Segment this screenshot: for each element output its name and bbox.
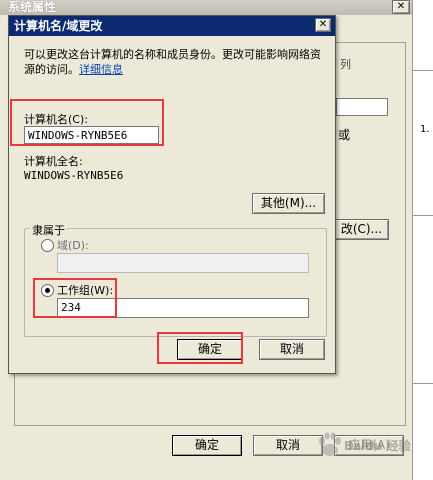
full-name-value: WINDOWS-RYNB5E6 [24, 169, 124, 182]
highlight-workgroup [33, 278, 117, 318]
baidu-watermark: Baidu 经验 [316, 425, 426, 465]
more-button-label: 其他(M)... [260, 196, 317, 210]
parent-side-number: 1. [420, 124, 430, 135]
parent-change-button-label: 改(C)... [340, 222, 382, 236]
highlight-ok-button [157, 332, 243, 364]
parent-title: 系统属性 [8, 0, 57, 14]
highlight-computer-name [10, 99, 164, 146]
dialog-close-button[interactable]: ✕ [315, 18, 331, 32]
more-button[interactable]: 其他(M)... [252, 193, 325, 214]
watermark-text: Baidu 经验 [344, 439, 411, 453]
member-of-label: 隶属于 [30, 222, 67, 238]
parent-or-text: 或 [338, 128, 351, 142]
close-icon: ✕ [396, 1, 406, 12]
background-line-1 [413, 70, 433, 71]
parent-ok-button[interactable]: 确定 [172, 435, 242, 456]
domain-radio[interactable] [41, 239, 54, 252]
dialog-description-text: 可以更改这台计算机的名称和成员身份。更改可能影响网络资源的访问。 [24, 48, 321, 76]
background-line-3 [413, 383, 433, 384]
parent-ok-label: 确定 [194, 438, 219, 452]
computer-name-dialog: 计算机名/域更改 ✕ 可以更改这台计算机的名称和成员身份。更改可能影响网络资源的… [8, 15, 336, 374]
parent-close-button[interactable]: ✕ [392, 0, 410, 14]
full-name-label: 计算机全名: [24, 155, 83, 168]
dialog-description: 可以更改这台计算机的名称和成员身份。更改可能影响网络资源的访问。详细信息 [24, 47, 324, 77]
dialog-titlebar: 计算机名/域更改 ✕ [9, 16, 335, 36]
background-page-strip [413, 0, 433, 480]
parent-cancel-button[interactable]: 取消 [253, 435, 323, 456]
dialog-cancel-label: 取消 [279, 342, 304, 356]
domain-input[interactable] [57, 253, 309, 273]
parent-computer-description-input[interactable] [336, 98, 388, 116]
background-line-2 [413, 215, 433, 216]
dialog-title: 计算机名/域更改 [14, 19, 103, 33]
close-icon: ✕ [318, 19, 328, 30]
parent-description-fragment: 列 [340, 58, 351, 71]
baidu-paw-icon [319, 432, 341, 456]
parent-cancel-label: 取消 [275, 438, 300, 452]
domain-label: 域(D): [57, 239, 89, 252]
details-link[interactable]: 详细信息 [79, 63, 123, 76]
dialog-cancel-button[interactable]: 取消 [259, 339, 325, 360]
parent-titlebar: 系统属性 ✕ [0, 0, 412, 15]
